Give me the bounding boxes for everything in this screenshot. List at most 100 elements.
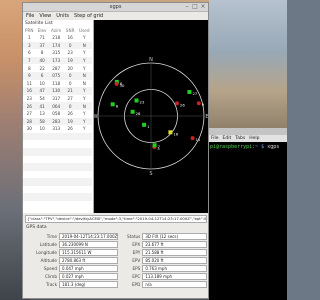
column-header[interactable]: SNR: [64, 27, 77, 34]
table-cell: 10: [39, 80, 45, 86]
column-header[interactable]: Azim: [49, 27, 64, 34]
table-cell: [77, 140, 92, 148]
table-cell: [36, 156, 49, 164]
table-cell: Y: [82, 126, 86, 132]
maximize-icon[interactable]: □: [192, 4, 198, 10]
compass-label-n: N: [149, 57, 153, 63]
menu-units[interactable]: Units: [56, 12, 69, 20]
table-cell: [64, 201, 77, 209]
table-cell: 27: [67, 96, 73, 102]
satellite-prn-label: 30: [120, 83, 125, 88]
table-cell: Y: [82, 50, 86, 56]
table-cell: 0: [68, 80, 72, 86]
table-cell: 10: [39, 126, 45, 132]
table-row: 11 10 118 0 N: [23, 80, 92, 88]
table-cell: [49, 186, 64, 194]
gps-field-row: EPX 23.677 ft: [120, 240, 207, 248]
gps-field-row: Status 3D FIX (12 secs): [120, 232, 207, 240]
gps-field-row: EPY 21.588 ft: [120, 248, 207, 256]
terminal-titlebar[interactable]: [209, 128, 287, 135]
menu-step-of-grid[interactable]: Step of grid: [74, 12, 103, 20]
table-cell: [23, 171, 36, 179]
table-cell: 287: [52, 65, 61, 71]
table-row: [23, 186, 92, 194]
table-cell: [23, 140, 36, 148]
close-icon[interactable]: ×: [200, 4, 206, 10]
main-content: Satellite List PRN Elev Azim SNR Used 1 71 218…: [23, 20, 208, 213]
table-cell: 058: [52, 111, 61, 117]
satellite-marker: [168, 130, 173, 135]
gps-field-label: Altitude: [40, 257, 57, 263]
table-cell: [49, 140, 64, 148]
table-cell: [76, 147, 92, 156]
table-row: 1 71 218 16 Y: [23, 34, 92, 42]
compass-label-w: W: [94, 114, 98, 120]
gps-field-row: EPC 113.189 mph: [120, 272, 207, 281]
gps-field-row: Speed 0.047 mph: [25, 264, 119, 272]
column-header[interactable]: Used: [77, 27, 92, 34]
table-cell: Y: [82, 35, 86, 41]
table-cell: [23, 147, 36, 156]
table-cell: [77, 201, 92, 209]
gps-data-right-column: Status 3D FIX (12 secs) EPX 23.677 ft EPY 21.…: [120, 232, 207, 289]
table-row: 28 58 283 19 Y: [23, 117, 92, 126]
table-cell: 313: [52, 126, 61, 132]
terminal-menu-tabs[interactable]: Tabs: [235, 135, 245, 142]
menu-view[interactable]: View: [39, 12, 51, 20]
table-cell: [23, 156, 36, 164]
terminal-menu-edit[interactable]: Edit: [223, 135, 232, 142]
satellite-marker: [187, 89, 192, 94]
table-row: [23, 193, 92, 202]
table-cell: [48, 163, 64, 171]
table-cell: 0: [63, 41, 77, 50]
gps-field-value: 23.677 ft: [142, 240, 207, 248]
table-cell: 26: [67, 126, 73, 132]
table-cell: 23: [26, 96, 32, 102]
terminal-menu-file[interactable]: File: [211, 135, 219, 142]
table-cell: [35, 132, 49, 141]
terminal-menu-help[interactable]: Help: [249, 135, 259, 142]
gps-field-label: Status: [126, 233, 141, 239]
table-row: 27 13 058 26 Y: [23, 110, 92, 118]
gps-field-value: 181.3 (deg): [59, 281, 119, 289]
table-cell: 37: [35, 41, 49, 50]
window-titlebar[interactable]: xgps – □ ×: [23, 3, 208, 12]
satellite-prn-label: 26: [180, 102, 185, 107]
gps-field-label: EPX: [132, 241, 141, 247]
table-cell: N: [76, 41, 92, 50]
satellite-list-title: Satellite List: [25, 21, 53, 26]
table-cell: [23, 193, 36, 202]
column-header[interactable]: Elev: [36, 27, 49, 34]
table-cell: 16: [23, 87, 36, 95]
satellite-prn-label: 7: [158, 144, 161, 149]
gps-field-value: 115.315611 W: [59, 248, 119, 256]
table-cell: 8: [40, 50, 44, 56]
table-row: 26 41 064 0 N: [23, 102, 92, 110]
table-cell: 16: [67, 35, 73, 41]
table-cell: [76, 132, 92, 141]
table-cell: 21: [63, 87, 77, 95]
gps-field-label: EPV: [132, 257, 141, 263]
table-row: [23, 201, 92, 209]
column-header[interactable]: PRN: [23, 27, 36, 34]
terminal-user: pi@raspberrypi: [210, 144, 253, 150]
table-row: [23, 147, 92, 156]
table-cell: 6: [27, 50, 31, 56]
satellite-prn-label: 16: [173, 131, 178, 136]
table-cell: [49, 156, 64, 164]
satellite-prn-label: 8: [116, 103, 119, 108]
table-cell: [63, 178, 77, 186]
terminal-command: xgps: [267, 144, 280, 150]
table-cell: 173: [48, 56, 64, 65]
minimize-icon[interactable]: –: [184, 4, 190, 10]
gps-field-row: EPV 85.020 ft: [120, 256, 207, 264]
gps-field-row: Latitude 36.230099 N: [25, 240, 119, 248]
table-cell: [63, 193, 77, 202]
terminal-path: :~ $: [252, 144, 265, 150]
satellite-prn-label: 11: [196, 137, 201, 142]
menu-file[interactable]: File: [26, 12, 34, 20]
terminal-prompt[interactable]: pi@raspberrypi:~ $ xgps: [209, 142, 287, 152]
satellite-prn-label: 9: [202, 102, 205, 107]
table-row: [23, 163, 92, 171]
terminal-menubar: File Edit Tabs Help: [209, 135, 287, 142]
